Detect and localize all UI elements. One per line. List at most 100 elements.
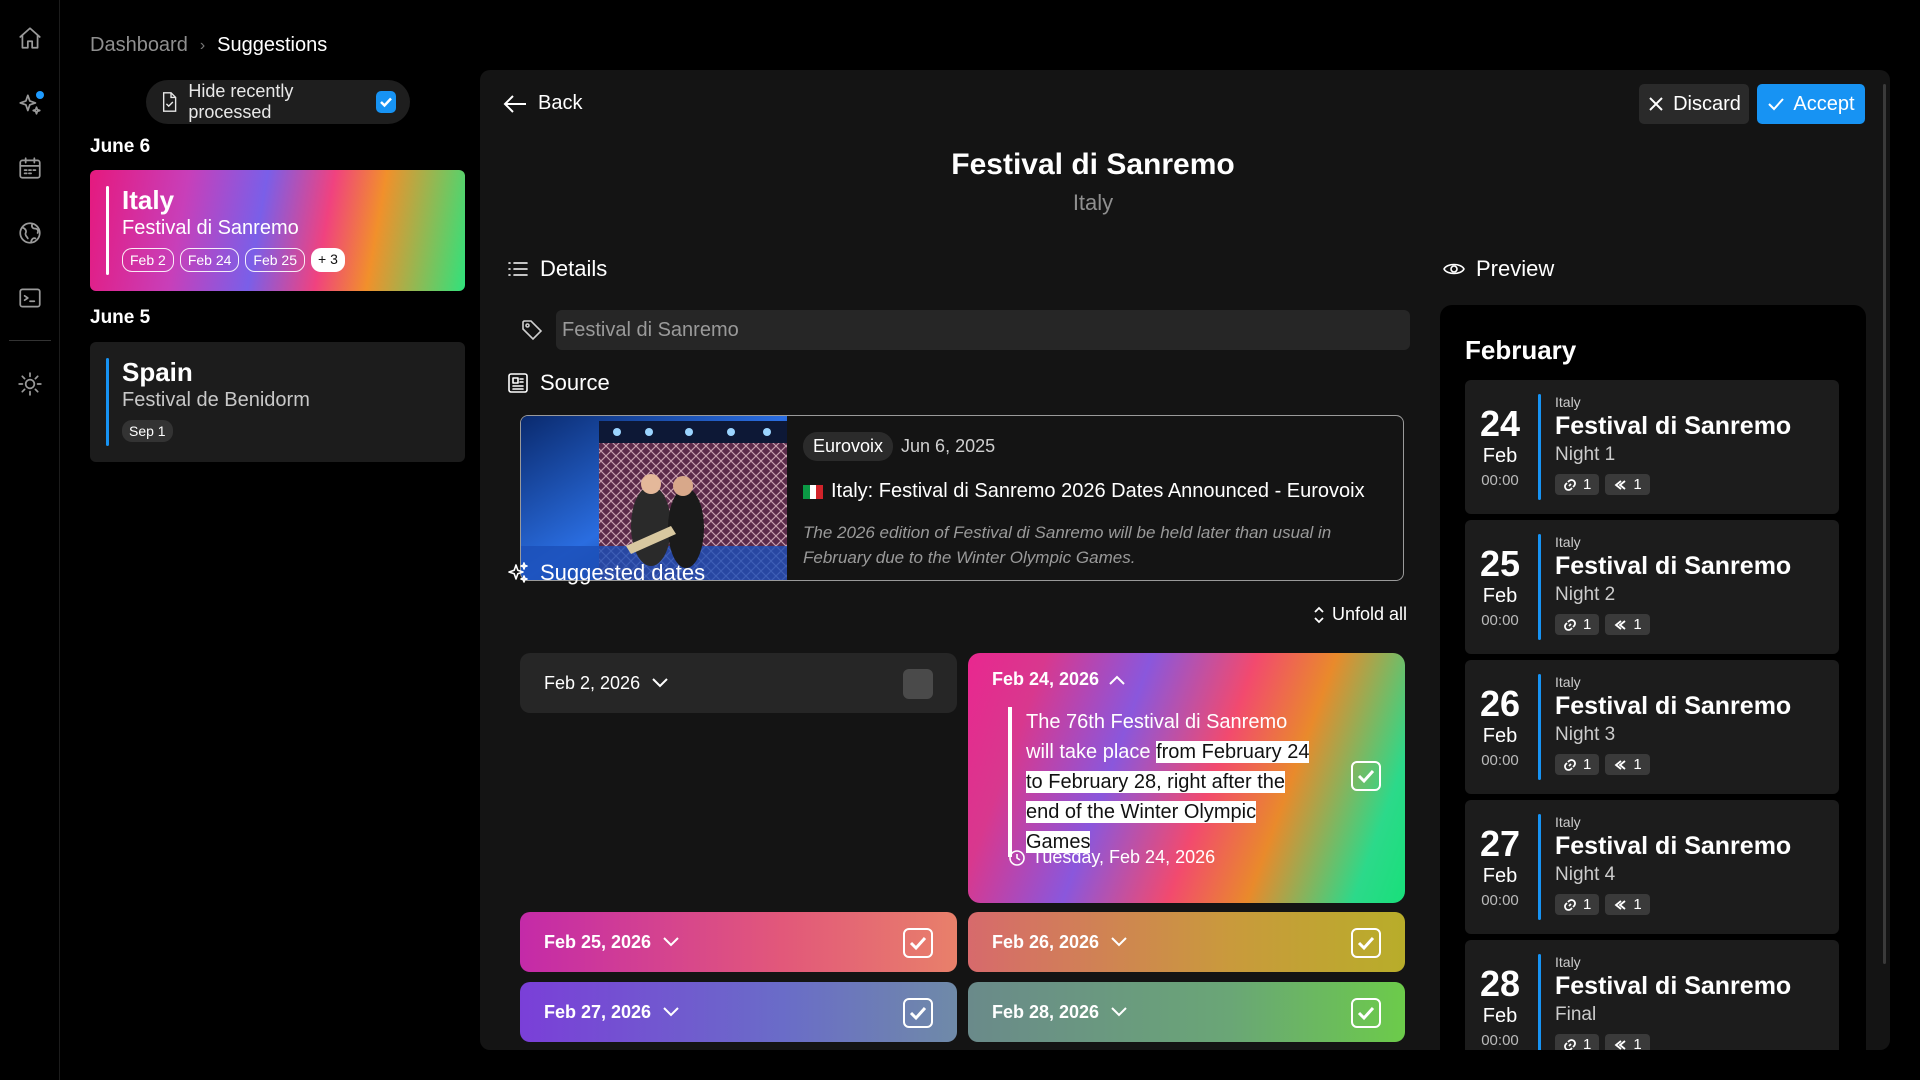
preview-event-card[interactable]: 24 Feb 00:00 Italy Festival di Sanremo N…: [1465, 380, 1839, 514]
preview-date: 25 Feb 00:00: [1465, 543, 1535, 630]
breadcrumb-dashboard[interactable]: Dashboard: [90, 34, 188, 57]
date-tile-label: Feb 27, 2026: [544, 1001, 652, 1022]
links-count: 1: [1583, 476, 1592, 493]
date-tile-label: Feb 2, 2026: [544, 672, 641, 693]
date-checkbox[interactable]: [1351, 761, 1381, 791]
event-title: Festival di Sanremo: [951, 148, 1235, 181]
sun-icon[interactable]: [14, 368, 46, 400]
preview-country: Italy: [1555, 954, 1581, 970]
suggestion-country: Spain: [122, 357, 193, 387]
preview-day: 27: [1479, 823, 1521, 864]
day-heading: June 5: [90, 307, 151, 328]
rail-divider: [9, 340, 51, 341]
suggestion-card-spain[interactable]: Spain Festival de Benidorm Sep 1: [90, 342, 465, 462]
source-description: The 2026 edition of Festival di Sanremo …: [803, 523, 1332, 567]
card-accent-bar: [106, 358, 109, 446]
source-quote: The 76th Festival di Sanremo will take p…: [1008, 707, 1318, 857]
name-row: [520, 310, 1410, 350]
link-icon: [1564, 478, 1576, 491]
event-name-input[interactable]: [556, 310, 1410, 350]
day-heading: June 6: [90, 136, 151, 157]
suggested-dates-label: Suggested dates: [540, 560, 706, 585]
italy-flag-icon: [803, 484, 824, 499]
sparkles-icon[interactable]: [14, 88, 46, 120]
discard-label: Discard: [1673, 92, 1741, 115]
accept-label: Accept: [1793, 92, 1855, 115]
hide-recent-checkbox[interactable]: [375, 91, 396, 113]
details-heading: Details: [506, 256, 607, 282]
date-resolved-text: Tuesday, Feb 24, 2026: [1032, 847, 1216, 867]
home-icon[interactable]: [14, 22, 46, 54]
preview-event-card[interactable]: 25 Feb 00:00 Italy Festival di Sanremo N…: [1465, 520, 1839, 654]
date-checkbox[interactable]: [903, 928, 933, 958]
accept-button[interactable]: Accept: [1757, 84, 1865, 124]
preview-event-card[interactable]: 28 Feb 00:00 Italy Festival di Sanremo F…: [1465, 940, 1839, 1050]
back-button[interactable]: Back: [502, 92, 582, 115]
date-checkbox[interactable]: [903, 998, 933, 1028]
preview-country: Italy: [1555, 814, 1581, 830]
links-count-chip: 1: [1555, 1034, 1600, 1050]
preview-time: 00:00: [1481, 892, 1519, 909]
event-subtitle: Italy: [1072, 190, 1114, 215]
links-count: 1: [1583, 896, 1592, 913]
sources-count: 1: [1633, 616, 1642, 633]
suggestion-card-italy[interactable]: Italy Festival di Sanremo Feb 2 Feb 24 F…: [90, 170, 465, 291]
quote-source-icon: [1614, 1039, 1626, 1050]
preview-accent-bar: [1538, 534, 1541, 640]
preview-heading: Preview: [1442, 256, 1554, 282]
date-chip: Feb 24: [179, 248, 240, 272]
preview-title: Festival di Sanremo: [1555, 692, 1792, 720]
chevron-up-icon[interactable]: [1109, 675, 1125, 685]
date-tile-feb-27[interactable]: Feb 27, 2026: [520, 982, 957, 1042]
date-tile-feb-24-expanded[interactable]: Feb 24, 2026 The 76th Festival di Sanrem…: [968, 653, 1405, 903]
date-tile-feb-26[interactable]: Feb 26, 2026: [968, 912, 1405, 972]
calendar-icon[interactable]: [14, 152, 46, 184]
date-tile-feb-28[interactable]: Feb 28, 2026: [968, 982, 1405, 1042]
arrow-left-icon: [503, 94, 526, 113]
preview-day: 28: [1479, 963, 1521, 1004]
details-heading-label: Details: [540, 256, 608, 281]
date-chip: Feb 2: [122, 248, 174, 272]
preview-subtitle: Night 4: [1555, 864, 1616, 885]
preview-date: 27 Feb 00:00: [1465, 823, 1535, 910]
source-heading: Source: [506, 370, 610, 396]
clock-icon: [1009, 849, 1025, 866]
source-title: Italy: Festival di Sanremo 2026 Dates An…: [831, 480, 1365, 502]
back-label: Back: [538, 92, 583, 114]
date-tile-feb-25[interactable]: Feb 25, 2026: [520, 912, 957, 972]
date-tile-header: Feb 24, 2026: [992, 669, 1381, 690]
terminal-icon[interactable]: [14, 282, 46, 314]
preview-event-card[interactable]: 27 Feb 00:00 Italy Festival di Sanremo N…: [1465, 800, 1839, 934]
suggested-dates-heading: Suggested dates: [506, 560, 705, 586]
preview-accent-bar: [1538, 394, 1541, 500]
card-accent-bar: [106, 186, 109, 275]
date-checkbox[interactable]: [1351, 998, 1381, 1028]
source-heading-label: Source: [540, 370, 610, 395]
globe-icon[interactable]: [14, 217, 46, 249]
preview-event-card[interactable]: 26 Feb 00:00 Italy Festival di Sanremo N…: [1465, 660, 1839, 794]
list-icon: [508, 262, 528, 276]
date-checkbox[interactable]: [903, 669, 933, 699]
preview-day: 25: [1479, 543, 1521, 584]
preview-subtitle: Night 2: [1555, 584, 1616, 605]
sparkles-icon: [508, 562, 528, 583]
preview-panel: February 24 Feb 00:00 Italy Festival di …: [1440, 305, 1866, 1050]
unfold-all-button[interactable]: Unfold all: [1312, 604, 1407, 625]
suggestion-event: Festival de Benidorm: [122, 389, 310, 411]
unfold-all-label: Unfold all: [1332, 604, 1408, 624]
scrollbar[interactable]: [1883, 84, 1886, 964]
hide-recent-toggle[interactable]: Hide recently processed: [146, 80, 410, 124]
source-title-row: Italy: Festival di Sanremo 2026 Dates An…: [803, 480, 1365, 503]
preview-month-short: Feb: [1482, 725, 1518, 747]
sources-count-chip: 1: [1605, 754, 1650, 775]
sources-count-chip: 1: [1605, 1034, 1650, 1050]
source-card[interactable]: Eurovoix Jun 6, 2025 Italy: Festival di …: [520, 415, 1404, 581]
preview-month-short: Feb: [1482, 865, 1518, 887]
date-checkbox[interactable]: [1351, 928, 1381, 958]
date-tile-feb-2[interactable]: Feb 2, 2026: [520, 653, 957, 713]
chevron-up-down-icon: [1314, 606, 1324, 623]
preview-month-short: Feb: [1482, 1005, 1518, 1027]
preview-country: Italy: [1555, 674, 1581, 690]
preview-accent-bar: [1538, 814, 1541, 920]
discard-button[interactable]: Discard: [1639, 84, 1749, 124]
